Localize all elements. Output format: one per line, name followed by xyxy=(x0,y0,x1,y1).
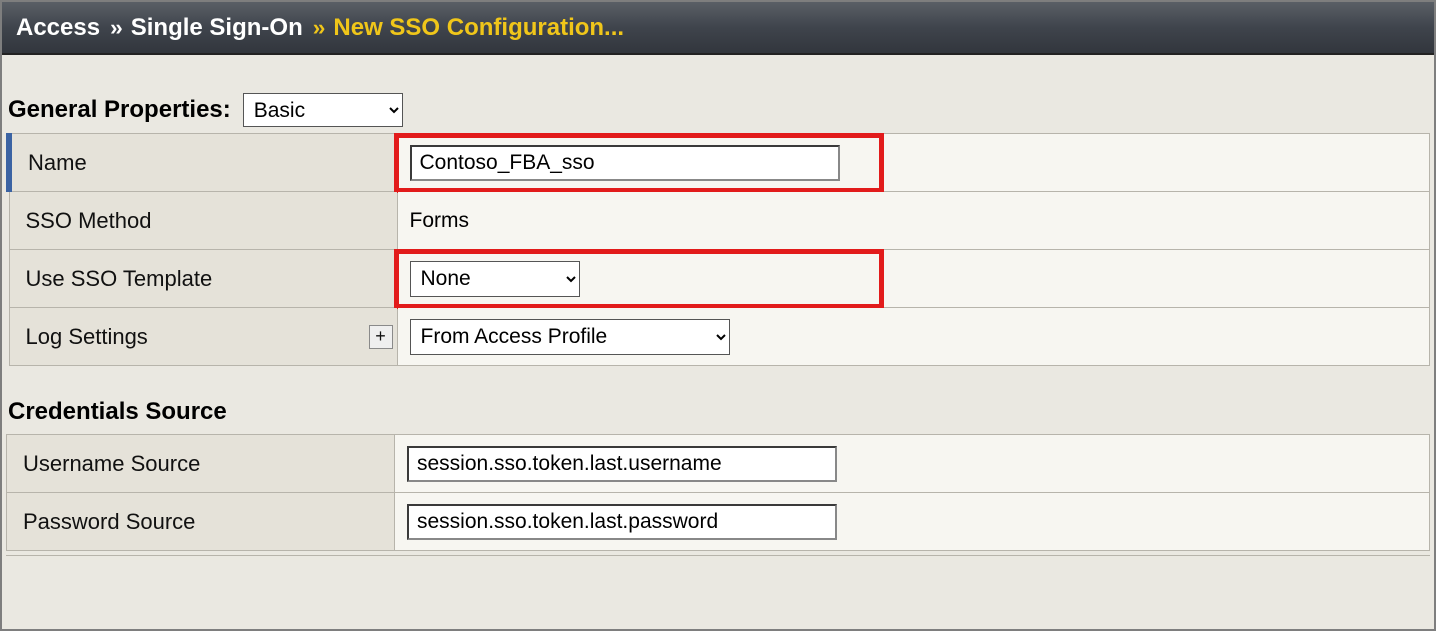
cell-sso-method-value: Forms xyxy=(397,192,1430,250)
breadcrumb-access[interactable]: Access xyxy=(16,14,100,42)
breadcrumb-separator: ›› xyxy=(110,15,121,41)
general-properties-title-row: General Properties: Basic xyxy=(2,55,1434,133)
general-properties-title: General Properties: xyxy=(8,96,231,124)
credentials-table: Username Source Password Source xyxy=(6,434,1430,551)
label-log-settings-text: Log Settings xyxy=(26,324,148,349)
cell-password-source-value xyxy=(395,493,1430,551)
label-name-text: Name xyxy=(28,150,87,175)
label-username-source-text: Username Source xyxy=(23,451,200,476)
properties-mode-select[interactable]: Basic xyxy=(243,93,403,127)
label-sso-method-text: SSO Method xyxy=(26,208,152,233)
general-properties-table: Name SSO Method Forms Use SSO Template xyxy=(6,133,1430,366)
label-username-source: Username Source xyxy=(7,435,395,493)
log-settings-add-button[interactable]: + xyxy=(369,325,393,349)
breadcrumb: Access ›› Single Sign-On ›› New SSO Conf… xyxy=(2,2,1434,55)
label-sso-template: Use SSO Template xyxy=(9,250,397,308)
row-name: Name xyxy=(9,134,1430,192)
log-settings-select[interactable]: From Access Profile xyxy=(410,319,730,355)
row-sso-method: SSO Method Forms xyxy=(9,192,1430,250)
row-sso-template: Use SSO Template None xyxy=(9,250,1430,308)
trailing-divider xyxy=(6,555,1430,571)
cell-name-value xyxy=(397,134,1430,192)
breadcrumb-sso[interactable]: Single Sign-On xyxy=(131,14,303,42)
cell-sso-template-value: None xyxy=(397,250,1430,308)
cell-username-source-value xyxy=(395,435,1430,493)
credentials-source-title: Credentials Source xyxy=(2,366,1434,434)
label-sso-template-text: Use SSO Template xyxy=(26,266,213,291)
breadcrumb-separator: ›› xyxy=(313,15,324,41)
sso-method-value: Forms xyxy=(410,209,470,232)
page-container: Access ›› Single Sign-On ›› New SSO Conf… xyxy=(0,0,1436,631)
label-password-source-text: Password Source xyxy=(23,509,195,534)
sso-template-select[interactable]: None xyxy=(410,261,580,297)
username-source-input[interactable] xyxy=(407,446,837,482)
label-log-settings: Log Settings + xyxy=(9,308,397,366)
label-sso-method: SSO Method xyxy=(9,192,397,250)
label-name: Name xyxy=(9,134,397,192)
cell-log-settings-value: From Access Profile xyxy=(397,308,1430,366)
row-password-source: Password Source xyxy=(7,493,1430,551)
row-username-source: Username Source xyxy=(7,435,1430,493)
password-source-input[interactable] xyxy=(407,504,837,540)
row-log-settings: Log Settings + From Access Profile xyxy=(9,308,1430,366)
breadcrumb-current: New SSO Configuration... xyxy=(333,14,624,42)
label-password-source: Password Source xyxy=(7,493,395,551)
name-input[interactable] xyxy=(410,145,840,181)
